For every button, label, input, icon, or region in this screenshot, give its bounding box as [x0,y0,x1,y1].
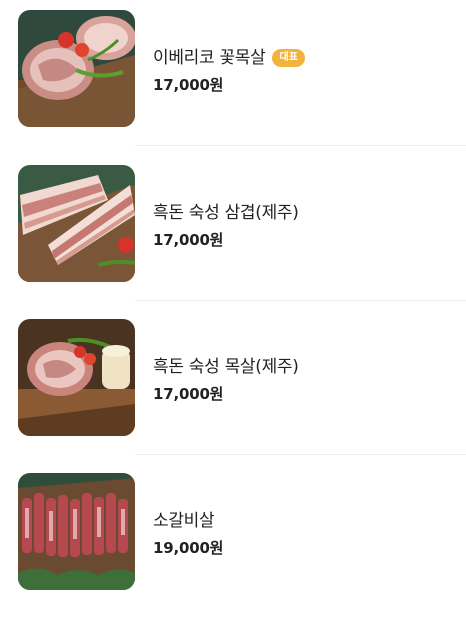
menu-item-price: 17,000원 [153,385,224,403]
divider [135,454,466,455]
menu-item-beef-rib-finger[interactable]: 소갈비살 19,000원 [0,473,466,628]
pork-neck-photo [18,10,135,127]
menu-item-price: 17,000원 [153,231,224,249]
menu-item-price: 17,000원 [153,76,224,94]
menu-item-name: 흑돈 숙성 목살(제주) [153,357,299,377]
pork-neck-board-photo [18,319,135,436]
menu-item-name: 흑돈 숙성 삼겹(제주) [153,203,299,223]
beef-rib-photo [18,473,135,590]
menu-item-photo [18,473,135,590]
menu-item-iberico-neck[interactable]: 이베리코 꽃목살 대표 17,000원 [0,10,466,165]
divider [135,145,466,146]
menu-item-black-pork-neck[interactable]: 흑돈 숙성 목살(제주) 17,000원 [0,319,466,474]
pork-belly-photo [18,165,135,282]
menu-item-name: 소갈비살 [153,511,215,531]
menu-item-name: 이베리코 꽃목살 대표 [153,43,305,68]
menu-item-photo [18,319,135,436]
signature-badge: 대표 [272,49,305,67]
menu-item-name-text: 이베리코 꽃목살 [153,48,266,68]
menu-item-photo [18,10,135,127]
menu-item-price: 19,000원 [153,539,224,557]
menu-item-black-pork-belly[interactable]: 흑돈 숙성 삼겹(제주) 17,000원 [0,165,466,320]
menu-list: 이베리코 꽃목살 대표 17,000원 흑돈 숙성 삼겹(제주) 17,000원 [0,0,466,607]
divider [135,300,466,301]
menu-item-photo [18,165,135,282]
